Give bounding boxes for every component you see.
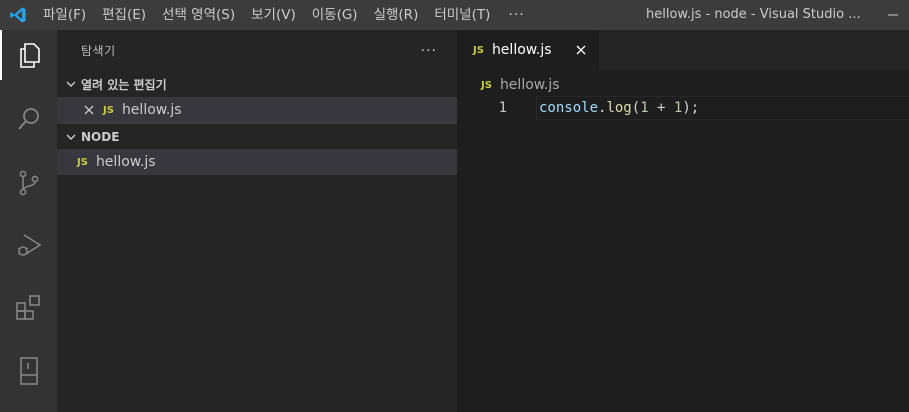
explorer-sidebar: 탐색기 ··· 열려 있는 편집기 JS hellow.js NODE JS h… <box>57 30 457 412</box>
open-editor-filename: hellow.js <box>121 102 182 118</box>
js-file-icon: JS <box>473 44 484 56</box>
search-icon[interactable] <box>0 94 57 144</box>
js-file-icon: JS <box>103 104 114 116</box>
sidebar-more-actions-button[interactable]: ··· <box>421 43 437 59</box>
chevron-down-icon <box>61 124 81 150</box>
menu-bar: 파일(F) 편집(E) 선택 영역(S) 보기(V) 이동(G) 실행(R) 터… <box>35 0 535 30</box>
menu-terminal[interactable]: 터미널(T) <box>426 0 498 30</box>
line-number: 1 <box>498 100 507 116</box>
chevron-down-icon <box>61 71 81 97</box>
window-title: hellow.js - node - Visual Studio ... <box>646 7 861 22</box>
minimize-icon <box>887 14 898 16</box>
activity-bar <box>0 30 57 412</box>
breadcrumb[interactable]: JS hellow.js <box>457 74 560 96</box>
menu-selection[interactable]: 선택 영역(S) <box>154 0 243 30</box>
remote-explorer-icon[interactable] <box>0 346 57 396</box>
explorer-icon[interactable] <box>0 30 57 80</box>
open-editors-label: 열려 있는 편집기 <box>81 77 167 92</box>
code-token: 1 <box>640 100 649 116</box>
run-debug-icon[interactable] <box>0 220 57 270</box>
close-tab-icon[interactable] <box>573 42 589 58</box>
close-editor-icon[interactable] <box>81 102 97 118</box>
code-token: ( <box>631 100 641 116</box>
menu-go[interactable]: 이동(G) <box>304 0 366 30</box>
tab-hellow-js[interactable]: JS hellow.js <box>457 30 599 70</box>
sidebar-header: 탐색기 ··· <box>57 30 457 71</box>
sidebar-title: 탐색기 <box>81 44 116 58</box>
menu-view[interactable]: 보기(V) <box>243 0 304 30</box>
source-control-icon[interactable] <box>0 158 57 208</box>
minimize-button[interactable] <box>876 0 909 30</box>
extensions-icon[interactable] <box>0 283 57 333</box>
code-token: log <box>606 100 632 116</box>
js-file-icon: JS <box>481 79 492 91</box>
folder-filename: hellow.js <box>95 154 156 170</box>
open-editors-section-header[interactable]: 열려 있는 편집기 <box>57 71 457 97</box>
editor-tab-bar: JS hellow.js <box>457 30 909 70</box>
js-file-icon: JS <box>77 156 88 168</box>
menu-edit[interactable]: 편집(E) <box>94 0 154 30</box>
code-token: + <box>648 100 674 116</box>
code-text[interactable]: console.log(1 + 1); <box>539 96 699 120</box>
vscode-logo-icon <box>0 0 35 30</box>
menu-file[interactable]: 파일(F) <box>35 0 94 30</box>
folder-label: NODE <box>81 129 120 144</box>
menu-more-button[interactable]: ··· <box>498 0 534 30</box>
tab-label: hellow.js <box>491 42 552 58</box>
open-editor-item[interactable]: JS hellow.js <box>57 97 457 123</box>
code-token: console <box>539 100 599 116</box>
title-bar: 파일(F) 편집(E) 선택 영역(S) 보기(V) 이동(G) 실행(R) 터… <box>0 0 909 30</box>
folder-section-header[interactable]: NODE <box>57 123 457 149</box>
breadcrumb-file[interactable]: hellow.js <box>500 77 560 93</box>
code-line[interactable]: 1 console.log(1 + 1); <box>457 96 909 120</box>
menu-run[interactable]: 실행(R) <box>366 0 427 30</box>
folder-file-item[interactable]: JS hellow.js <box>57 149 457 175</box>
code-token: ); <box>682 100 700 116</box>
